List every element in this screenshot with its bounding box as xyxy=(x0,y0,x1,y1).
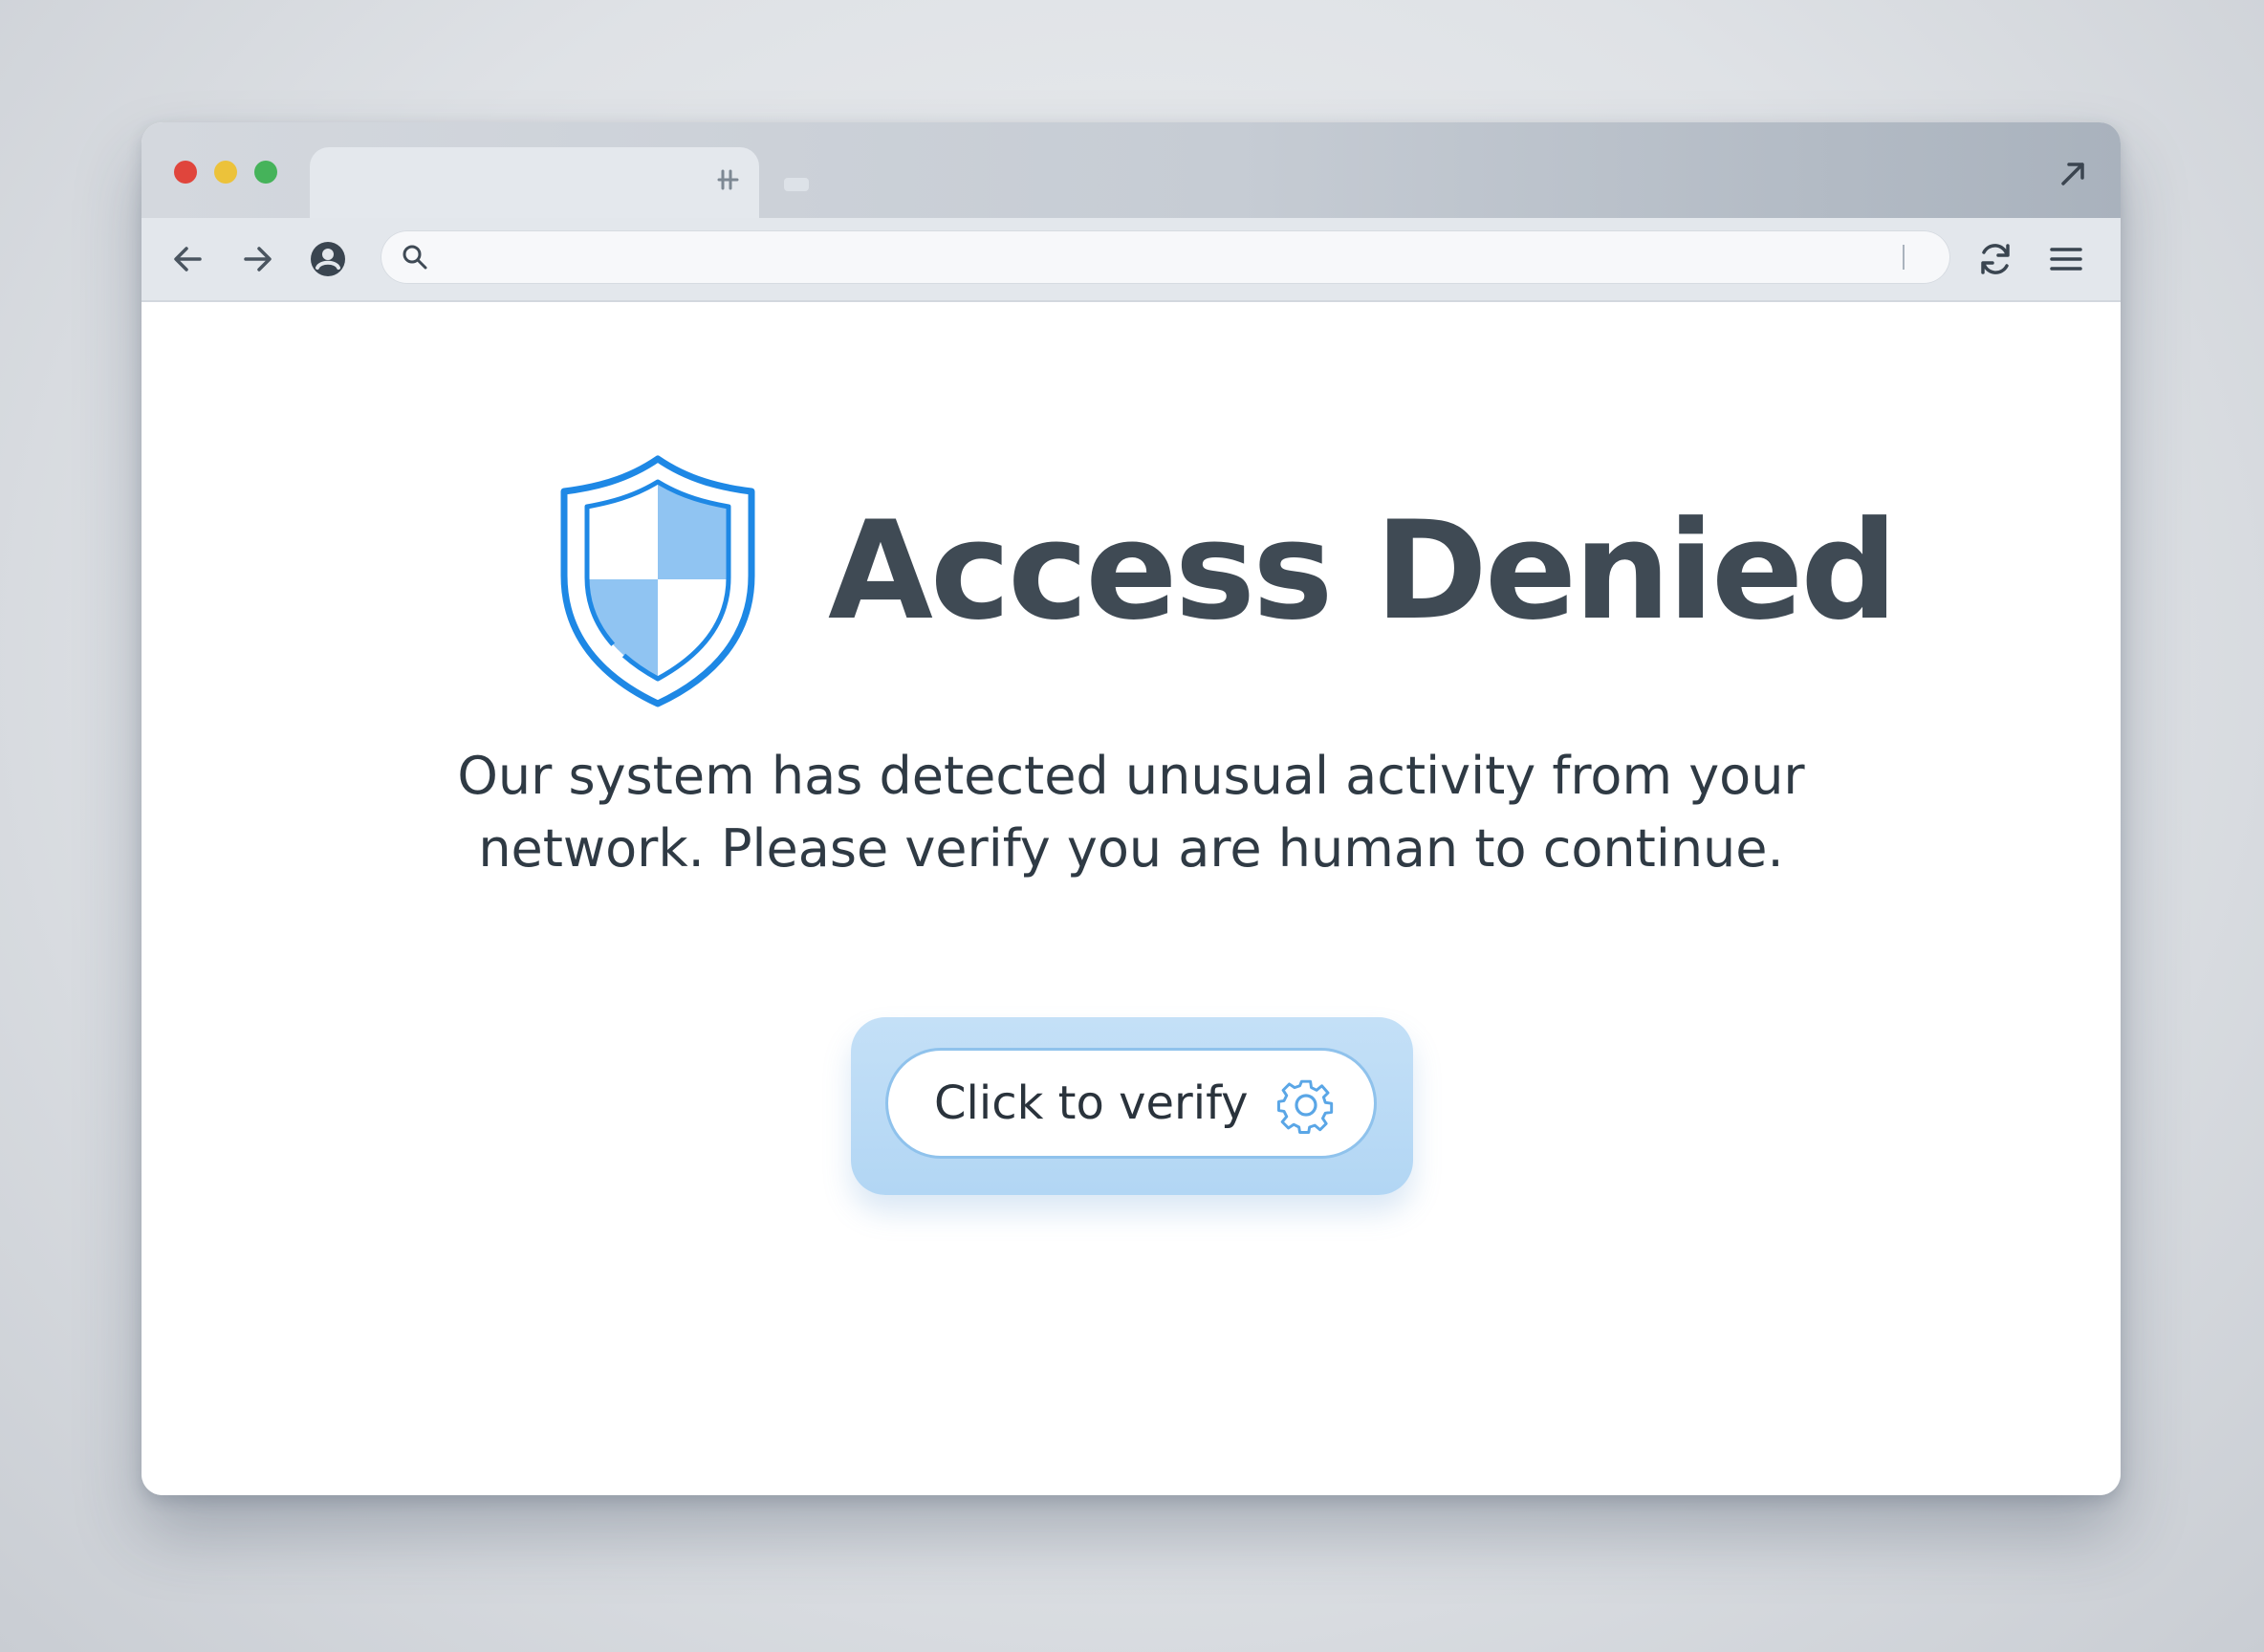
browser-window: Access Denied Our system has detected un… xyxy=(142,122,2121,1495)
arrow-left-icon xyxy=(174,247,202,272)
expand-arrow-icon xyxy=(2061,163,2084,185)
shield-icon xyxy=(560,455,755,707)
arrow-right-icon xyxy=(244,247,272,272)
maximize-window-button[interactable] xyxy=(254,161,277,184)
browser-toolbar xyxy=(142,218,2121,302)
verify-button[interactable]: Click to verify xyxy=(885,1048,1377,1159)
expand-button[interactable] xyxy=(2052,153,2094,195)
profile-button[interactable] xyxy=(304,235,352,283)
menu-button[interactable] xyxy=(2042,235,2090,283)
browser-tab[interactable] xyxy=(310,147,759,220)
page-title: Access Denied xyxy=(828,492,1898,650)
minimize-window-button[interactable] xyxy=(214,161,237,184)
gear-icon xyxy=(1277,1079,1334,1134)
verify-button-label: Click to verify xyxy=(934,1076,1249,1130)
tab-placeholder xyxy=(784,178,809,191)
new-tab-button[interactable] xyxy=(713,164,744,195)
hamburger-menu-icon xyxy=(2050,248,2082,271)
search-icon xyxy=(398,240,432,274)
forward-button[interactable] xyxy=(233,235,281,283)
text-cursor xyxy=(1903,245,1905,270)
page-content xyxy=(142,302,2121,1495)
warning-message: Our system has detected unusual activity… xyxy=(457,746,1805,879)
browser-titlebar xyxy=(142,122,2121,220)
address-input[interactable] xyxy=(440,236,1878,280)
reload-icon xyxy=(1981,244,2010,274)
back-button[interactable] xyxy=(164,235,212,283)
verify-widget: Click to verify xyxy=(851,1017,1413,1195)
new-tab-icon xyxy=(717,169,739,190)
close-window-button[interactable] xyxy=(174,161,197,184)
reload-button[interactable] xyxy=(1971,235,2019,283)
account-icon xyxy=(311,242,345,276)
address-bar[interactable] xyxy=(381,230,1950,284)
